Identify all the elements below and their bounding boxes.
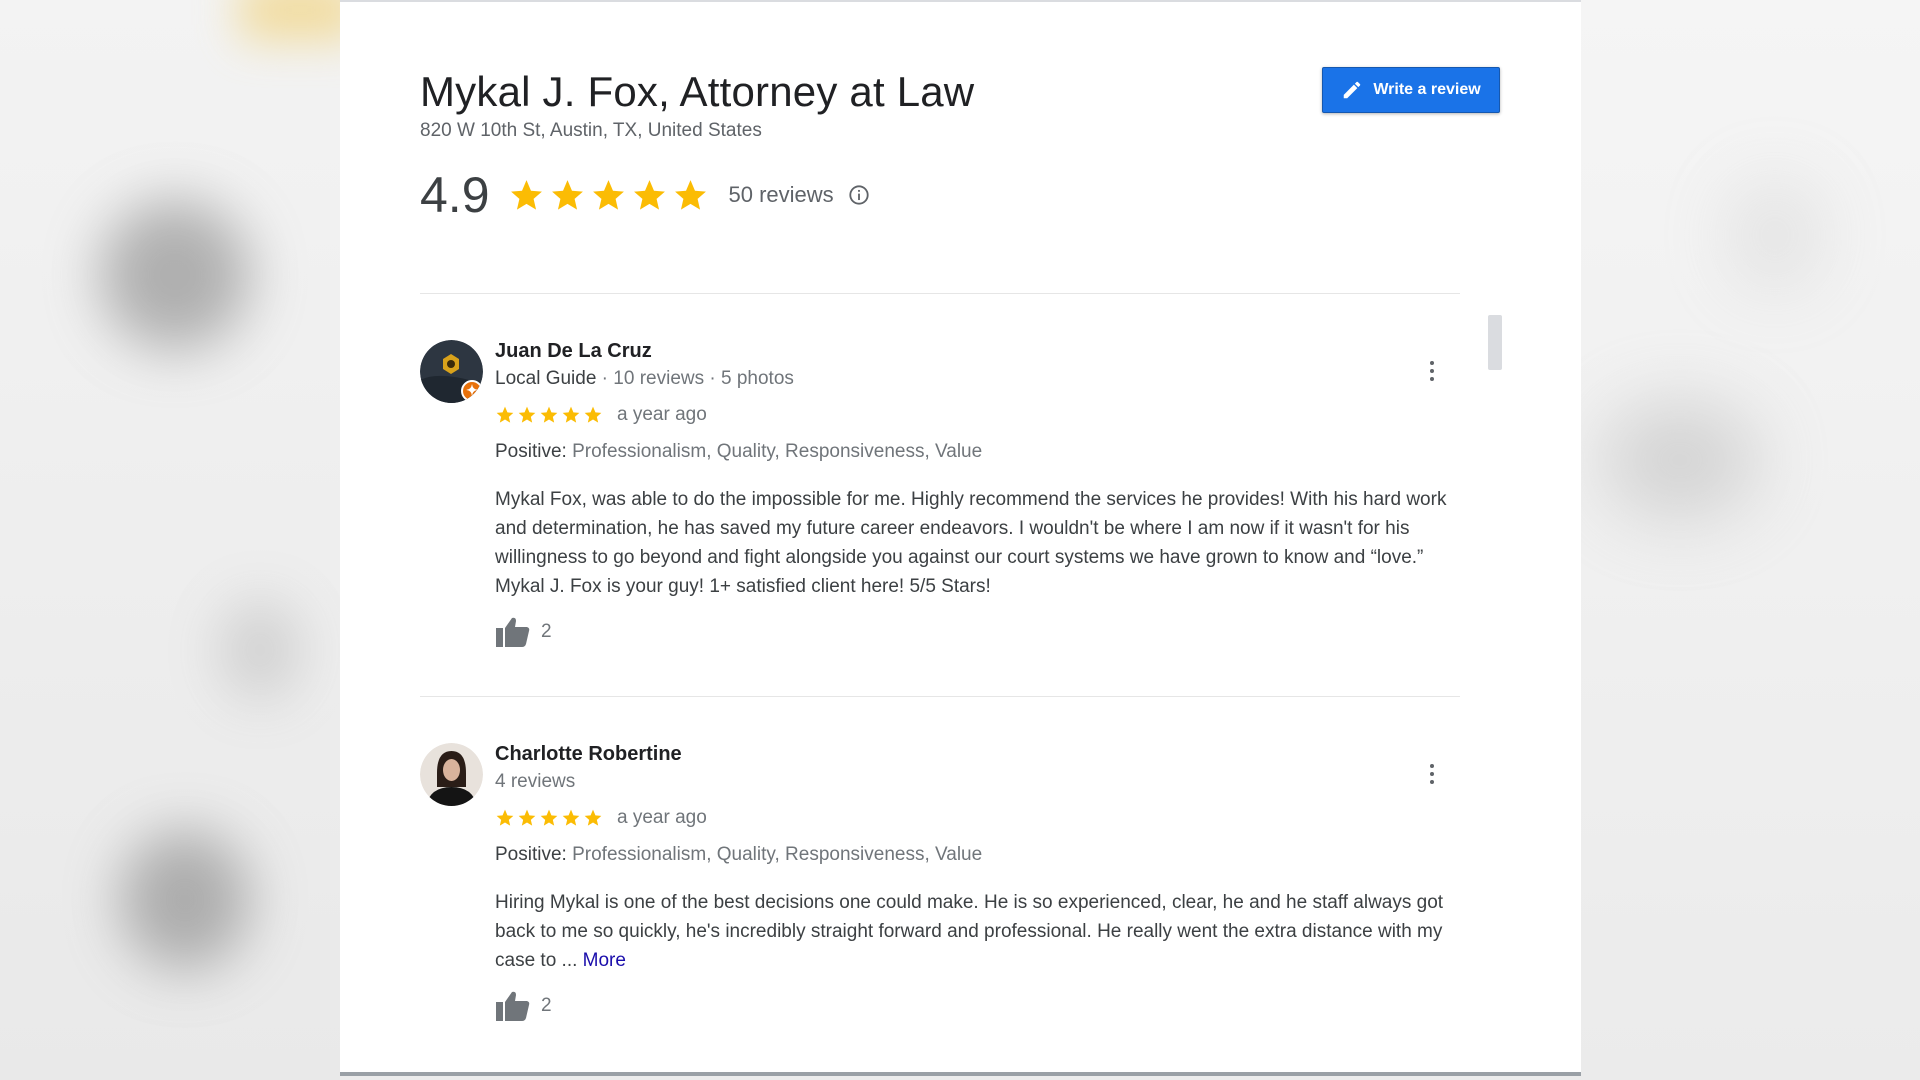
review-time: a year ago	[617, 807, 707, 828]
reviewer-meta: 4 reviews	[495, 771, 576, 792]
background-blur-shape	[120, 830, 250, 970]
info-icon[interactable]	[848, 184, 870, 206]
local-guide-label: Local Guide	[495, 368, 597, 389]
divider	[420, 293, 1460, 294]
business-header: Mykal J. Fox, Attorney at Law 820 W 10th…	[420, 68, 974, 142]
more-vert-icon[interactable]	[1420, 759, 1444, 789]
more-vert-icon[interactable]	[1420, 356, 1444, 386]
star-icon	[496, 809, 514, 826]
star-icon	[510, 179, 542, 210]
positive-label: Positive:	[495, 441, 567, 462]
star-icon	[674, 179, 706, 210]
thumbs-up-icon[interactable]	[495, 616, 531, 648]
star-icon	[562, 406, 580, 423]
background-blur-shape	[220, 600, 300, 700]
background-right	[1580, 0, 1920, 1080]
review-positive: Positive: Professionalism, Quality, Resp…	[495, 844, 982, 866]
business-name: Mykal J. Fox, Attorney at Law	[420, 68, 975, 115]
like-count: 2	[541, 995, 552, 1016]
background-left	[0, 0, 340, 1080]
star-icon	[592, 179, 624, 210]
star-icon	[551, 179, 583, 210]
background-glow	[240, 0, 340, 40]
star-icon	[633, 179, 665, 210]
background-blur-shape	[100, 200, 250, 350]
review-time: a year ago	[617, 404, 707, 425]
review-item: ✦ Juan De La Cruz Local Guide · 10 revie…	[420, 340, 1460, 670]
star-icon	[540, 406, 558, 423]
thumbs-up-icon[interactable]	[495, 990, 531, 1022]
positive-label: Positive:	[495, 844, 567, 865]
write-review-label: Write a review	[1373, 81, 1481, 98]
reviewer-stats: · 10 reviews · 5 photos	[596, 368, 794, 389]
rating-score: 4.9	[420, 167, 490, 223]
reviews-panel: Mykal J. Fox, Attorney at Law 820 W 10th…	[340, 0, 1581, 1076]
star-icon	[540, 809, 558, 826]
reviews-count[interactable]: 50 reviews	[729, 182, 834, 208]
star-icon	[584, 809, 602, 826]
review-rating: a year ago	[495, 807, 707, 829]
more-link[interactable]: More	[583, 950, 626, 971]
reviewer-meta: Local Guide · 10 reviews · 5 photos	[495, 368, 794, 390]
star-icon	[584, 406, 602, 423]
divider	[420, 696, 1460, 697]
review-stars	[495, 808, 603, 828]
review-text: Mykal Fox, was able to do the impossible…	[495, 489, 1447, 597]
review-stars	[495, 405, 603, 425]
background-blur-shape	[1600, 400, 1760, 520]
review-rating: a year ago	[495, 404, 707, 426]
reviewer-name[interactable]: Charlotte Robertine	[495, 743, 682, 766]
avatar[interactable]: ✦	[420, 340, 483, 403]
scrollbar-thumb[interactable]	[1488, 315, 1502, 370]
reviewer-name[interactable]: Juan De La Cruz	[495, 340, 652, 363]
avatar[interactable]	[420, 743, 483, 806]
review-text: Hiring Mykal is one of the best decision…	[495, 888, 1460, 975]
review-positive: Positive: Professionalism, Quality, Resp…	[495, 441, 982, 463]
like-row: 2	[495, 616, 552, 648]
pencil-icon	[1344, 81, 1361, 99]
rating-stars	[508, 177, 709, 214]
rating-summary: 4.9 50 reviews	[420, 166, 870, 224]
like-count: 2	[541, 621, 552, 642]
write-review-button[interactable]: Write a review	[1322, 67, 1500, 113]
local-guide-badge-icon: ✦	[461, 380, 483, 402]
business-address: 820 W 10th St, Austin, TX, United States	[420, 120, 762, 141]
positive-values: Professionalism, Quality, Responsiveness…	[572, 844, 983, 865]
star-icon	[518, 809, 536, 826]
avatar-image	[420, 743, 483, 806]
review-text-body: Hiring Mykal is one of the best decision…	[495, 892, 1444, 971]
review-item: Charlotte Robertine 4 reviews a year ago…	[420, 743, 1460, 1043]
star-icon	[518, 406, 536, 423]
star-icon	[496, 406, 514, 423]
like-row: 2	[495, 990, 552, 1022]
positive-values: Professionalism, Quality, Responsiveness…	[572, 441, 983, 462]
star-icon	[562, 809, 580, 826]
background-blur-shape	[1730, 180, 1820, 290]
